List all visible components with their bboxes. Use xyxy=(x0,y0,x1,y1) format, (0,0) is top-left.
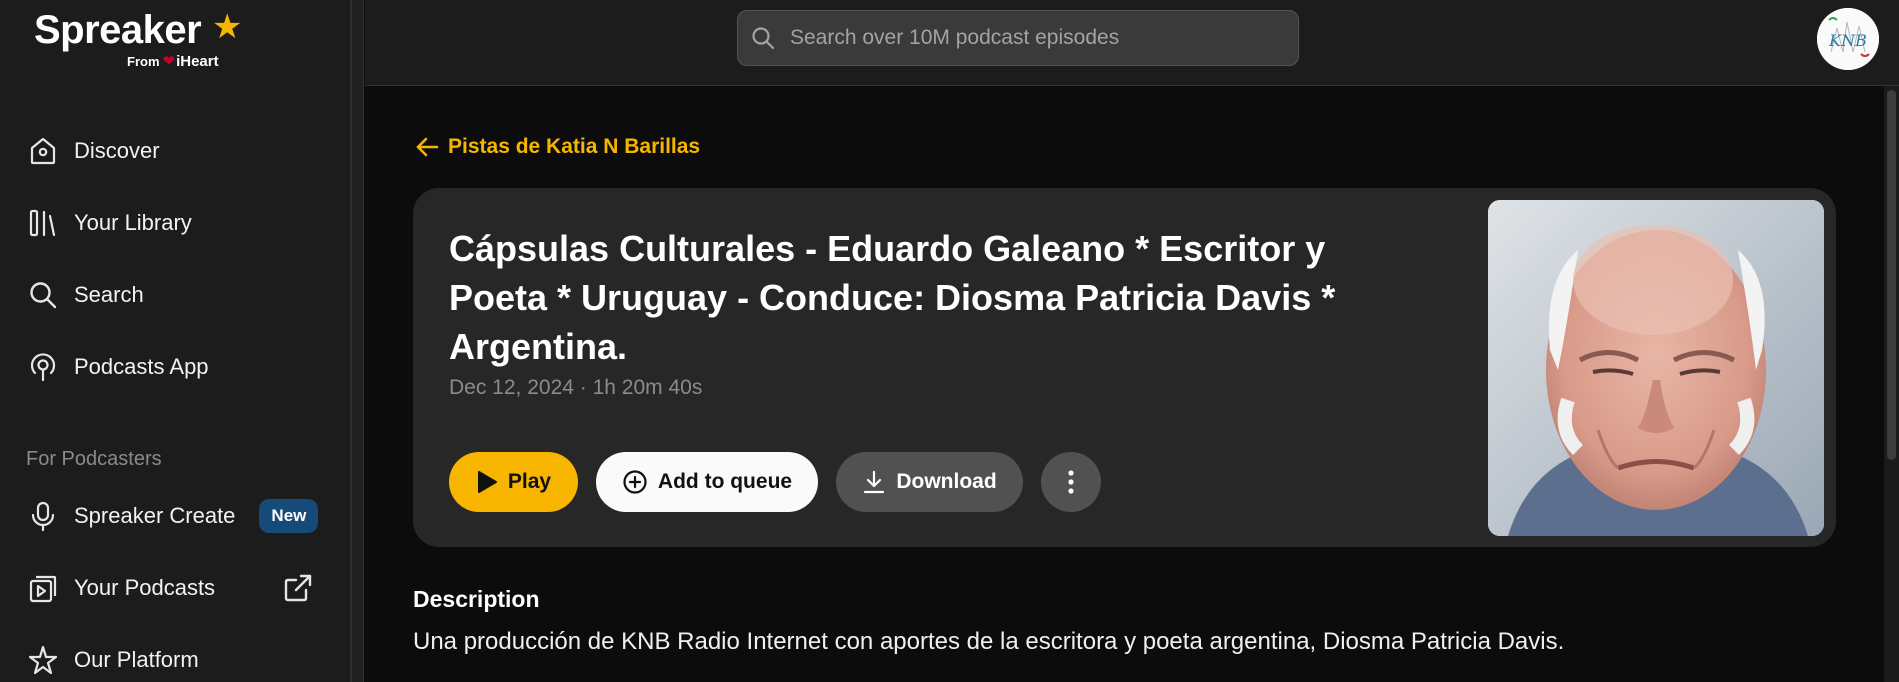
logo-tagline: From ❤iHeart xyxy=(127,53,219,70)
add-to-queue-button[interactable]: Add to queue xyxy=(596,452,818,512)
svg-text:KNB: KNB xyxy=(1828,31,1867,50)
user-avatar[interactable]: KNB xyxy=(1817,8,1879,70)
episode-card: Cápsulas Culturales - Eduardo Galeano * … xyxy=(413,188,1836,547)
iheart-heart-icon: ❤ xyxy=(162,53,176,70)
play-button[interactable]: Play xyxy=(449,452,578,512)
logo-wordmark: Spreaker xyxy=(34,8,202,52)
home-icon xyxy=(26,134,60,168)
knb-avatar-logo: KNB xyxy=(1817,8,1879,70)
play-library-icon xyxy=(26,571,60,605)
sidebar-item-search[interactable]: Search xyxy=(26,273,326,317)
sidebar-divider xyxy=(352,0,364,682)
main-scrollbar[interactable] xyxy=(1884,86,1899,682)
description-heading: Description xyxy=(413,586,540,612)
external-link-icon[interactable] xyxy=(282,572,314,604)
sidebar-item-your-podcasts[interactable]: Your Podcasts xyxy=(26,566,326,610)
plus-circle-icon xyxy=(623,470,647,494)
more-vertical-icon xyxy=(1068,470,1074,494)
library-icon xyxy=(26,206,60,240)
app-root: Spreaker ★ From ❤iHeart Discover Your Lib… xyxy=(0,0,1899,682)
sidebar-item-spreaker-create[interactable]: Spreaker Create New xyxy=(26,494,326,538)
star-logo-icon: ★ xyxy=(212,8,243,46)
download-icon xyxy=(864,470,885,494)
more-options-button[interactable] xyxy=(1041,452,1101,512)
search-input[interactable] xyxy=(790,26,1270,50)
star-outline-icon xyxy=(26,643,60,677)
search-icon xyxy=(26,278,60,312)
top-bar: KNB xyxy=(365,0,1899,86)
search-bar[interactable] xyxy=(737,10,1299,66)
for-podcasters-heading: For Podcasters xyxy=(26,448,162,470)
sidebar-item-our-platform[interactable]: Our Platform xyxy=(26,638,326,682)
episode-meta: Dec 12, 2024 · 1h 20m 40s xyxy=(449,376,703,399)
download-button[interactable]: Download xyxy=(836,452,1023,512)
arrow-left-icon xyxy=(416,137,439,157)
new-badge: New xyxy=(259,499,319,533)
scrollbar-thumb[interactable] xyxy=(1887,90,1896,460)
podcast-app-icon xyxy=(26,350,60,384)
play-icon xyxy=(477,471,497,493)
description-text: Una producción de KNB Radio Internet con… xyxy=(413,628,1565,655)
sidebar-item-discover[interactable]: Discover xyxy=(26,129,326,173)
back-to-show-link[interactable]: Pistas de Katia N Barillas xyxy=(414,134,700,160)
sidebar-item-podcasts-app[interactable]: Podcasts App xyxy=(26,345,326,389)
sidebar-item-your-library[interactable]: Your Library xyxy=(26,201,326,245)
microphone-icon xyxy=(26,499,60,533)
sidebar: Spreaker ★ From ❤iHeart Discover Your Lib… xyxy=(0,0,352,682)
back-link-label: Pistas de Katia N Barillas xyxy=(448,135,701,158)
portrait-image xyxy=(1488,200,1824,536)
spreaker-logo[interactable]: Spreaker ★ From ❤iHeart xyxy=(34,8,254,70)
episode-cover-image xyxy=(1488,200,1824,536)
episode-title: Cápsulas Culturales - Eduardo Galeano * … xyxy=(449,228,1336,367)
search-icon xyxy=(752,27,775,50)
